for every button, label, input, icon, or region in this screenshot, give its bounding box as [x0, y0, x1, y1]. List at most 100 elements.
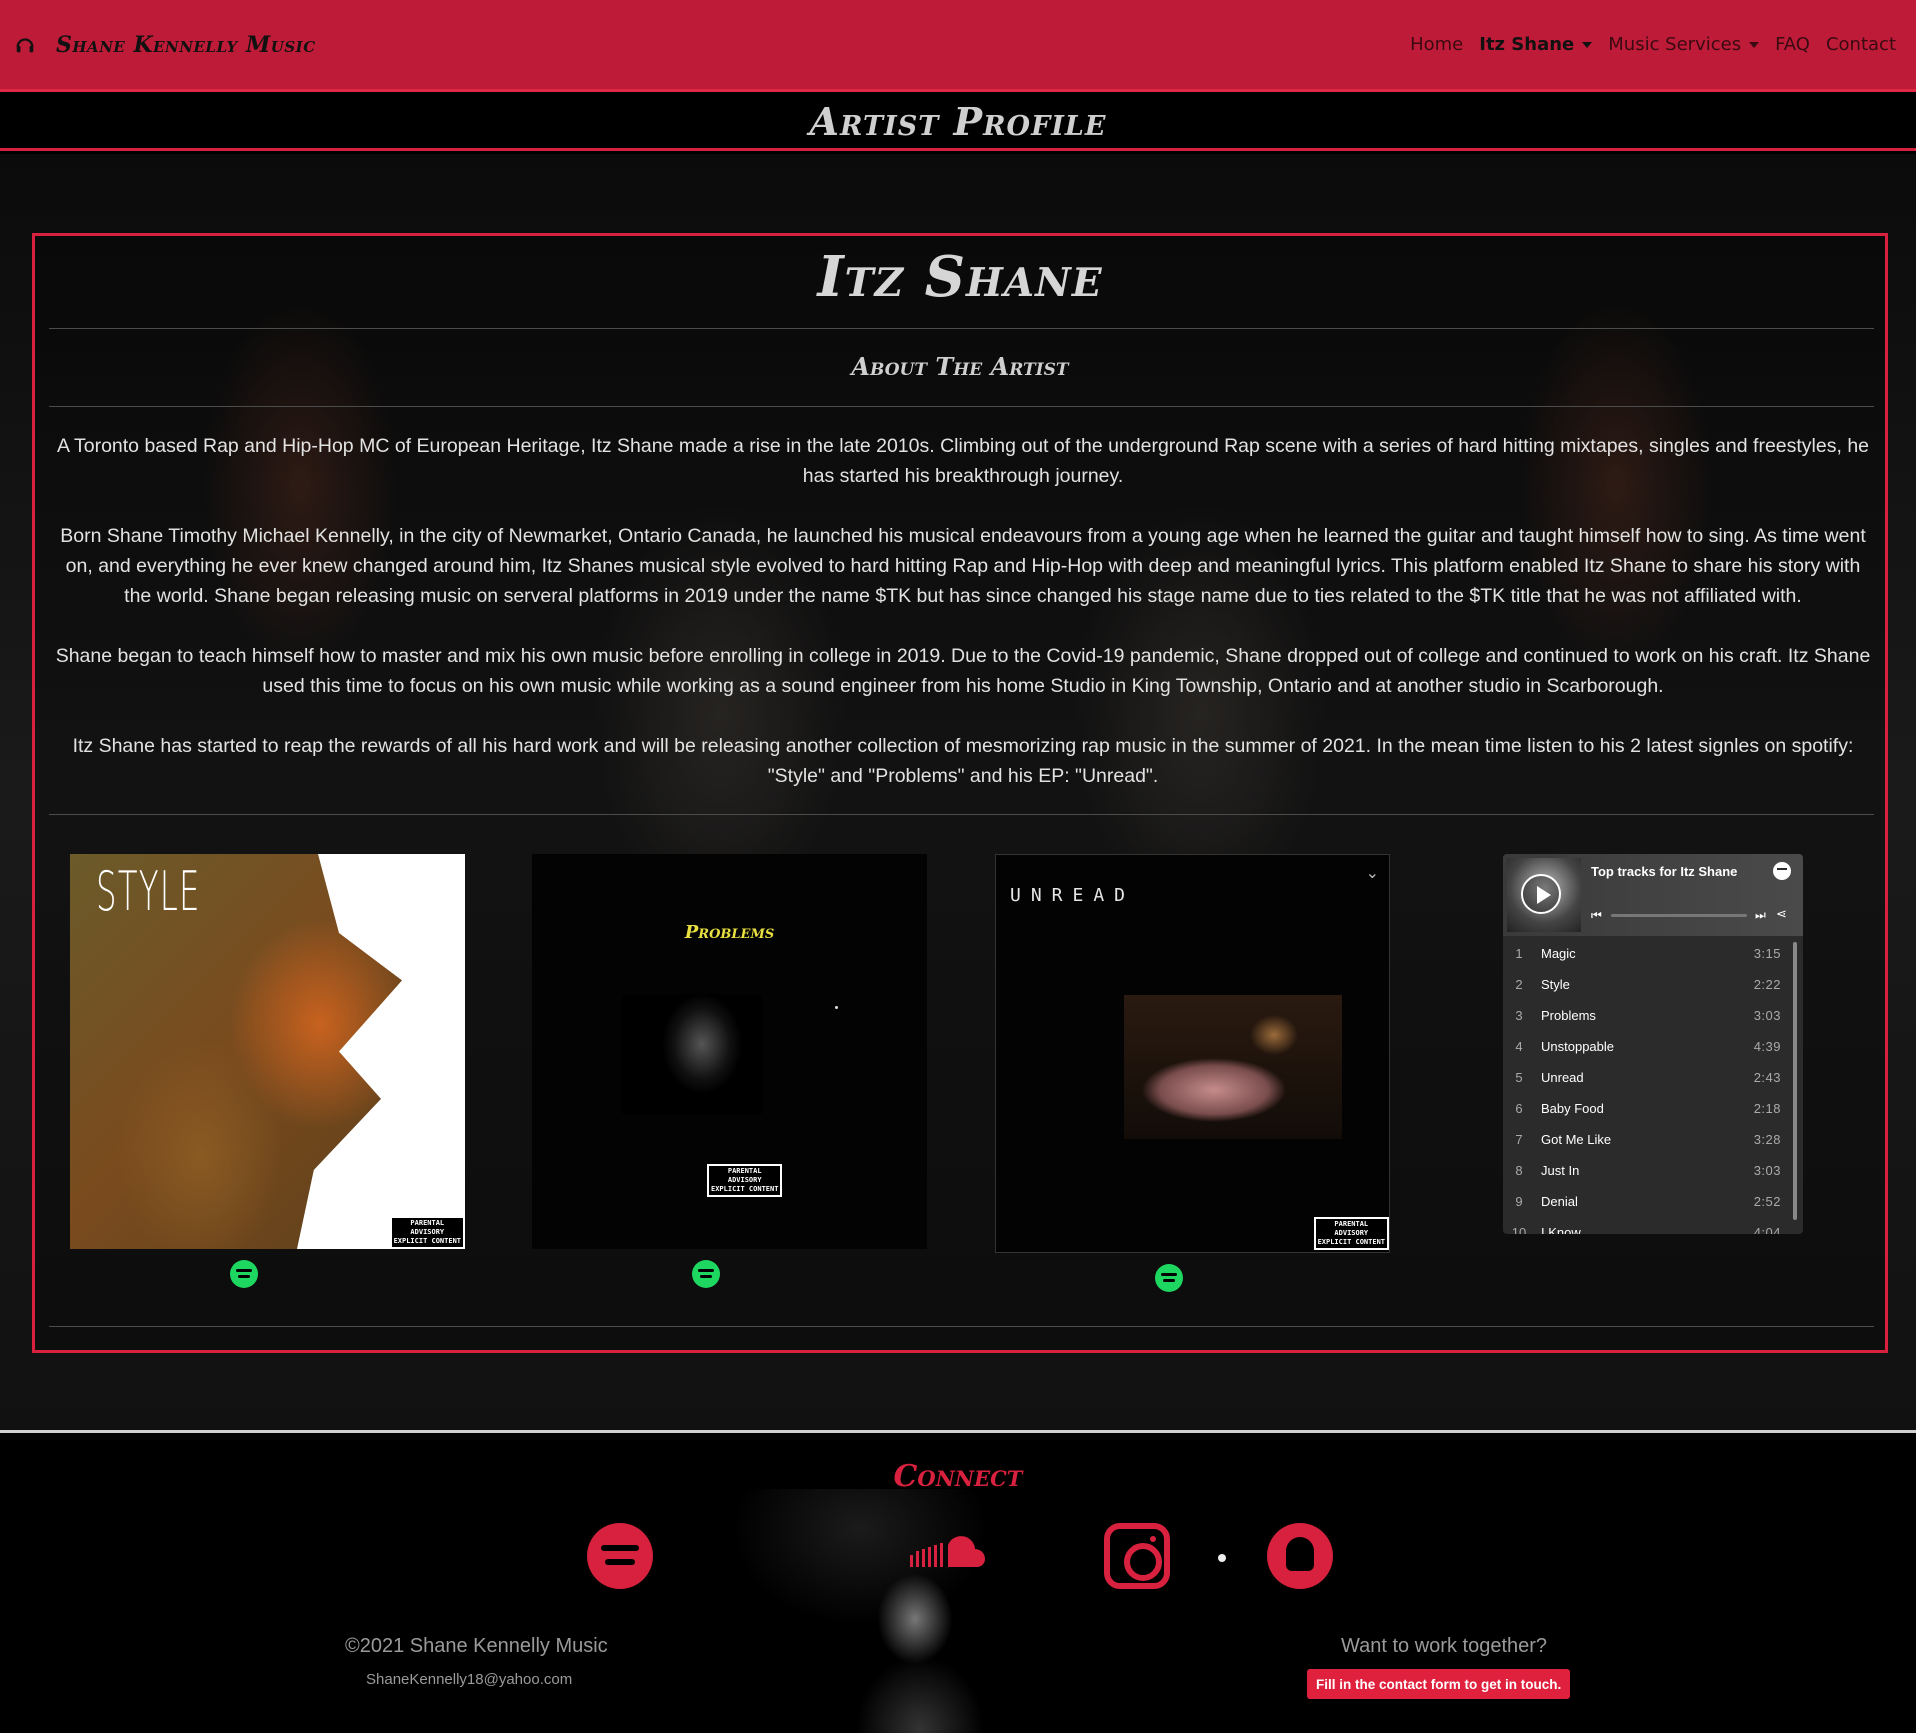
cover-artwork: [835, 1006, 838, 1009]
track-name: Style: [1541, 977, 1570, 992]
album-cover-style: STYLE PARENTAL ADVISORY EXPLICIT CONTENT: [70, 854, 465, 1249]
soundcloud-icon[interactable]: [908, 1523, 1004, 1589]
advisory-line: PARENTAL: [1334, 1220, 1369, 1228]
apple-icon[interactable]: [740, 1260, 768, 1290]
track-row[interactable]: 1 Magic 3:15: [1503, 938, 1793, 969]
track-number: 5: [1515, 1070, 1523, 1085]
nav-itz-shane[interactable]: Itz Shane: [1479, 34, 1593, 55]
track-row[interactable]: 9 Denial 2:52: [1503, 1186, 1793, 1217]
page-title: Artist Profile: [809, 99, 1107, 144]
scrollbar[interactable]: [1793, 942, 1797, 1220]
bio-paragraph: A Toronto based Rap and Hip-Hop MC of Eu…: [56, 435, 1870, 487]
track-duration: 3:15: [1753, 946, 1781, 961]
track-name: Magic: [1541, 946, 1576, 961]
advisory-line: EXPLICIT CONTENT: [711, 1185, 779, 1193]
track-name: Denial: [1541, 1194, 1578, 1209]
track-number: 3: [1515, 1008, 1523, 1023]
nav-contact[interactable]: Contact: [1826, 34, 1896, 55]
track-number: 8: [1515, 1163, 1523, 1178]
cover-title: UNREAD: [1010, 885, 1136, 906]
album-cover-unread: UNREAD ⌄ PARENTAL ADVISORY EXPLICIT CONT…: [995, 854, 1390, 1253]
work-together-text: Want to work together?: [1341, 1635, 1548, 1657]
next-track-icon[interactable]: ⏭: [1755, 908, 1766, 923]
bio-paragraph: Itz Shane has started to reap the reward…: [72, 735, 1854, 787]
artist-name: Itz Shane: [817, 244, 1103, 310]
track-name: Problems: [1541, 1008, 1596, 1023]
track-number: 6: [1515, 1101, 1523, 1116]
email-link[interactable]: ShaneKennelly18@yahoo.com: [366, 1671, 572, 1688]
track-row[interactable]: 8 Just In 3:03: [1503, 1155, 1793, 1186]
apple-icon[interactable]: [1203, 1264, 1231, 1294]
track-number: 9: [1515, 1194, 1523, 1209]
about-title: About The Artist: [851, 352, 1069, 381]
parental-advisory-label: PARENTAL ADVISORY EXPLICIT CONTENT: [707, 1164, 783, 1197]
snapchat-icon[interactable]: [1267, 1523, 1333, 1589]
nav-home[interactable]: Home: [1410, 34, 1463, 55]
instagram-icon[interactable]: [1104, 1523, 1170, 1589]
spotify-icon[interactable]: [1773, 862, 1791, 880]
cover-artwork: [1124, 995, 1342, 1139]
track-duration: 4:04: [1753, 1225, 1781, 1234]
track-duration: 2:18: [1753, 1101, 1781, 1116]
parental-advisory-label: PARENTAL ADVISORY EXPLICIT CONTENT: [389, 1216, 465, 1249]
album-cover-problems: Problems PARENTAL ADVISORY EXPLICIT CONT…: [532, 854, 927, 1249]
track-duration: 3:28: [1753, 1132, 1781, 1147]
track-name: Unstoppable: [1541, 1039, 1614, 1054]
nav-music-services-label: Music Services: [1608, 34, 1742, 55]
headphones-icon: [16, 37, 34, 52]
spotify-top-tracks-widget: Top tracks for Itz Shane ⏮ ⏭ ⋖ 1 Magic 3:1…: [1503, 854, 1803, 1234]
advisory-line: ADVISORY: [1334, 1229, 1369, 1237]
nav-music-services[interactable]: Music Services: [1608, 34, 1760, 55]
page-header: Artist Profile: [0, 95, 1916, 151]
nav-faq[interactable]: FAQ: [1775, 34, 1810, 55]
copyright: ©2021 Shane Kennelly Music: [345, 1635, 608, 1657]
track-duration: 2:52: [1753, 1194, 1781, 1209]
advisory-line: ADVISORY: [727, 1176, 762, 1184]
parental-advisory-label: PARENTAL ADVISORY EXPLICIT CONTENT: [1313, 1217, 1389, 1250]
track-number: 7: [1515, 1132, 1523, 1147]
track-row[interactable]: 7 Got Me Like 3:28: [1503, 1124, 1793, 1155]
track-number: 4: [1515, 1039, 1523, 1054]
widget-header: Top tracks for Itz Shane ⏮ ⏭ ⋖: [1503, 854, 1803, 936]
apple-icon[interactable]: [278, 1260, 306, 1290]
artist-bio: A Toronto based Rap and Hip-Hop MC of Eu…: [53, 431, 1873, 821]
track-row[interactable]: 5 Unread 2:43: [1503, 1062, 1793, 1093]
spotify-icon[interactable]: [587, 1523, 653, 1589]
share-icon[interactable]: ⋖: [1776, 906, 1787, 922]
track-row[interactable]: 2 Style 2:22: [1503, 969, 1793, 1000]
track-name: Just In: [1541, 1163, 1580, 1178]
contact-form-button[interactable]: Fill in the contact form to get in touch…: [1307, 1669, 1571, 1699]
spotify-icon[interactable]: [1155, 1264, 1183, 1292]
track-duration: 3:03: [1753, 1008, 1781, 1023]
bio-paragraph: Born Shane Timothy Michael Kennelly, in …: [60, 525, 1866, 607]
track-duration: 3:03: [1753, 1163, 1781, 1178]
advisory-line: EXPLICIT CONTENT: [393, 1237, 461, 1245]
cover-artwork: [622, 994, 762, 1114]
brand[interactable]: Shane Kennelly Music: [14, 32, 316, 58]
track-row[interactable]: 10 I Know 4:04: [1503, 1217, 1793, 1234]
track-row[interactable]: 6 Baby Food 2:18: [1503, 1093, 1793, 1124]
spotify-icon[interactable]: [230, 1260, 258, 1288]
cover-title: STYLE: [96, 860, 201, 923]
track-row[interactable]: 3 Problems 3:03: [1503, 1000, 1793, 1031]
navbar: Shane Kennelly Music Home Itz Shane Musi…: [0, 0, 1916, 92]
chevron-down-icon: [1582, 41, 1593, 48]
cover-artwork: [297, 854, 465, 1249]
track-name: Unread: [1541, 1070, 1584, 1085]
track-number: 1: [1515, 946, 1523, 961]
play-icon[interactable]: [1521, 874, 1561, 914]
track-row[interactable]: 4 Unstoppable 4:39: [1503, 1031, 1793, 1062]
apple-icon[interactable]: [748, 1523, 814, 1589]
store-links: [230, 1260, 306, 1290]
progress-bar[interactable]: [1611, 914, 1747, 917]
advisory-line: ADVISORY: [410, 1228, 445, 1236]
brand-name: Shane Kennelly Music: [56, 31, 316, 58]
chevron-down-icon[interactable]: ⌄: [1366, 863, 1379, 883]
spotify-icon[interactable]: [692, 1260, 720, 1288]
advisory-line: PARENTAL: [727, 1167, 762, 1175]
previous-track-icon[interactable]: ⏮: [1591, 908, 1602, 923]
advisory-line: PARENTAL: [410, 1219, 445, 1227]
track-list: 1 Magic 3:15 2 Style 2:22 3 Problems 3:03 4 Unstop…: [1503, 938, 1793, 1234]
store-links: [692, 1260, 768, 1290]
divider: [49, 406, 1874, 407]
